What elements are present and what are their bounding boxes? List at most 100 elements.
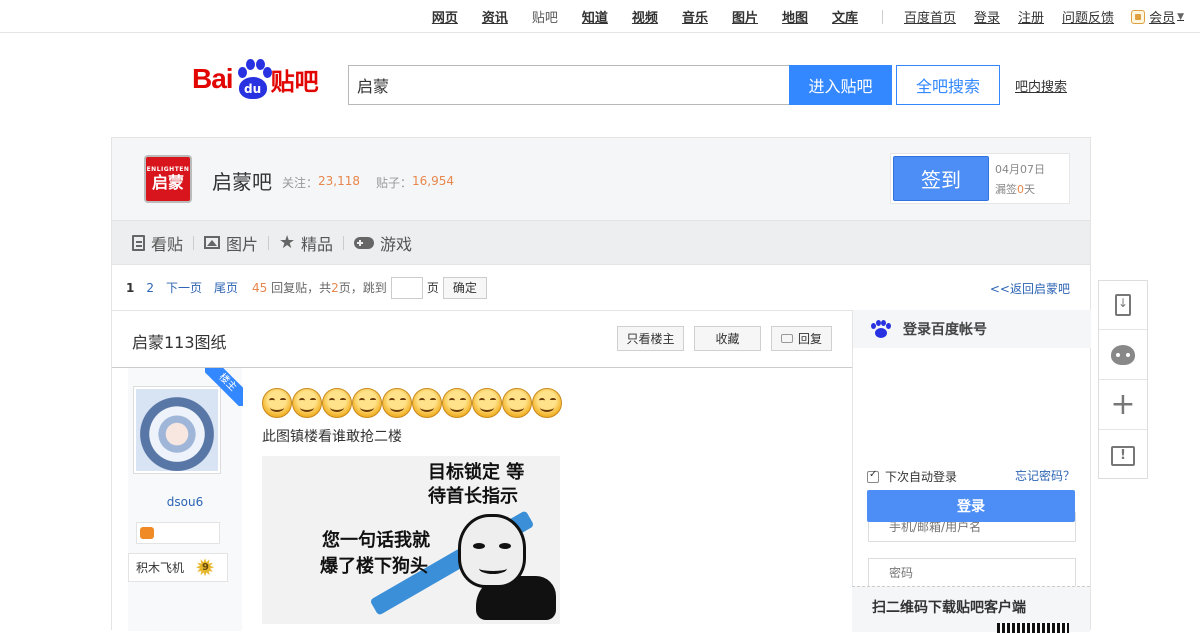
- tab-images[interactable]: 图片: [204, 231, 258, 255]
- nav-link-web[interactable]: 网页: [432, 7, 458, 26]
- meme-text-line: 爆了楼下狗头: [320, 556, 428, 577]
- sign-in-button[interactable]: 签到: [893, 156, 989, 201]
- author-name[interactable]: dsou6: [128, 495, 242, 509]
- tab-posts[interactable]: 看贴: [132, 231, 183, 255]
- qr-code[interactable]: [997, 623, 1069, 633]
- jump-confirm-button[interactable]: 确定: [442, 276, 487, 299]
- logo-du-text: du: [238, 77, 267, 99]
- auto-login-checkbox[interactable]: 下次自动登录: [867, 468, 957, 485]
- forum-tabs: 看贴 图片 ★ 精品 游戏: [112, 220, 1090, 265]
- tab-games[interactable]: 游戏: [354, 231, 412, 255]
- smiley-emoji-icon: [532, 388, 562, 418]
- posts-count: 16,954: [412, 174, 455, 188]
- image-icon: [204, 236, 221, 249]
- forum-name[interactable]: 启蒙吧: [212, 166, 272, 195]
- back-to-forum-link[interactable]: <<返回启蒙吧: [990, 280, 1070, 297]
- logo-bai-text: Bai: [192, 63, 234, 94]
- tab-label: 精品: [301, 234, 334, 254]
- level-title: 积木飞机: [136, 561, 185, 575]
- meme-image[interactable]: 目标锁定 等 待首长指示 您一句话我就 爆了楼下狗头: [262, 456, 560, 624]
- login-button[interactable]: 登录: [867, 490, 1075, 522]
- level-number: 9: [202, 562, 209, 573]
- only-author-button[interactable]: 只看楼主: [617, 326, 684, 351]
- reply-info: 45 回复贴，共2页，跳到: [252, 281, 387, 295]
- login-link[interactable]: 登录: [974, 7, 1000, 26]
- favorite-button[interactable]: 收藏: [694, 326, 761, 351]
- top-nav-links: 网页 资讯 贴吧 知道 视频 音乐 图片 地图 文库 百度首页 登录 注册 问题…: [420, 0, 1200, 33]
- op-ribbon-label: 楼主: [205, 368, 243, 406]
- nav-link-map[interactable]: 地图: [782, 7, 808, 26]
- plus-icon: +: [1110, 387, 1136, 422]
- smiley-emoji-icon: [352, 388, 382, 418]
- forum-card: ENLIGHTEN 启蒙 启蒙吧 关注： 23,118 贴子： 16,954 签…: [111, 137, 1091, 631]
- author-level[interactable]: 积木飞机 ✹ 9: [128, 553, 228, 582]
- bear-button[interactable]: [1099, 331, 1147, 380]
- panda-face-icon: [458, 514, 526, 588]
- nav-divider: [882, 9, 883, 24]
- nav-link-zhidao[interactable]: 知道: [582, 7, 608, 26]
- page-link-2[interactable]: 2: [146, 281, 154, 295]
- reply-button[interactable]: 回复: [771, 326, 832, 351]
- add-button[interactable]: +: [1099, 381, 1147, 430]
- forum-avatar-cn: 启蒙: [151, 173, 184, 192]
- last-page-link[interactable]: 尾页: [214, 279, 238, 296]
- author-badge[interactable]: [136, 522, 220, 544]
- follow-label: 关注：: [282, 176, 319, 190]
- nav-link-tieba[interactable]: 贴吧: [532, 7, 558, 26]
- auto-login-label: 下次自动登录: [885, 470, 958, 484]
- forgot-password-link[interactable]: 忘记密码？: [1015, 467, 1075, 484]
- smiley-emoji-icon: [322, 388, 352, 418]
- meme-text-line: 待首长指示: [428, 486, 518, 507]
- smiley-emoji-icon: [292, 388, 322, 418]
- tab-label: 游戏: [380, 234, 413, 254]
- posts-label: 贴子：: [376, 176, 413, 190]
- smiley-emoji-icon: [502, 388, 532, 418]
- register-link[interactable]: 注册: [1018, 7, 1044, 26]
- member-label: 会员: [1149, 11, 1176, 26]
- smiley-emoji-icon: [382, 388, 412, 418]
- baidu-paw-icon: [871, 320, 891, 338]
- meme-text-line: 您一句话我就: [322, 530, 430, 551]
- op-ribbon: 楼主: [205, 368, 243, 406]
- sign-date: 04月07日: [995, 163, 1045, 176]
- reply-button-label: 回复: [797, 332, 822, 346]
- top-nav-bar: 网页 资讯 贴吧 知道 视频 音乐 图片 地图 文库 百度首页 登录 注册 问题…: [0, 0, 1200, 33]
- paw-icon: du: [234, 59, 272, 99]
- feedback-icon: !: [1111, 445, 1135, 466]
- member-menu[interactable]: 会员 ▼: [1131, 7, 1184, 26]
- smiley-emoji-icon: [472, 388, 502, 418]
- nav-link-video[interactable]: 视频: [632, 7, 658, 26]
- star-icon: ★: [279, 231, 296, 253]
- in-bar-search-link[interactable]: 吧内搜索: [1015, 76, 1067, 95]
- nav-link-music[interactable]: 音乐: [682, 7, 708, 26]
- enter-tieba-button[interactable]: 进入贴吧: [789, 65, 892, 105]
- feedback-link[interactable]: 问题反馈: [1062, 7, 1114, 26]
- next-page-link[interactable]: 下一页: [166, 279, 202, 296]
- sign-in-box: 签到 04月07日 漏签0天: [890, 153, 1070, 204]
- missed-days: 漏签0天: [995, 183, 1035, 196]
- nav-link-wenku[interactable]: 文库: [832, 7, 858, 26]
- password-field[interactable]: [868, 558, 1076, 588]
- download-app-button[interactable]: [1099, 281, 1147, 330]
- page-current: 1: [126, 280, 135, 295]
- post-body: 此图镇楼看谁敢抢二楼 目标锁定 等 待首长指示 您一句话我就 爆了楼下狗头: [262, 388, 842, 631]
- bear-icon: [1111, 345, 1135, 365]
- baidu-home-link[interactable]: 百度首页: [904, 7, 956, 26]
- nav-link-news[interactable]: 资讯: [482, 7, 508, 26]
- author-column: dsou6 积木飞机 ✹ 9: [128, 368, 242, 631]
- search-input[interactable]: [348, 65, 789, 105]
- feedback-button[interactable]: !: [1099, 431, 1147, 480]
- logo-tieba-text: 贴吧: [270, 67, 319, 96]
- smiley-emoji-icon: [442, 388, 472, 418]
- follow-count: 23,118: [318, 174, 361, 188]
- nav-link-images[interactable]: 图片: [732, 7, 758, 26]
- tab-featured[interactable]: ★ 精品: [279, 231, 333, 255]
- login-panel-header: 登录百度帐号: [853, 310, 1091, 348]
- smiley-emoji-icon: [262, 388, 292, 418]
- thread-header: 启蒙113图纸 只看楼主 收藏 回复: [112, 310, 852, 368]
- jump-page-input[interactable]: [390, 276, 423, 299]
- baidu-tieba-logo[interactable]: Bai du 贴吧: [192, 54, 332, 104]
- tab-label: 图片: [226, 234, 259, 254]
- all-bar-search-button[interactable]: 全吧搜索: [896, 65, 1000, 105]
- forum-avatar[interactable]: ENLIGHTEN 启蒙: [144, 155, 192, 203]
